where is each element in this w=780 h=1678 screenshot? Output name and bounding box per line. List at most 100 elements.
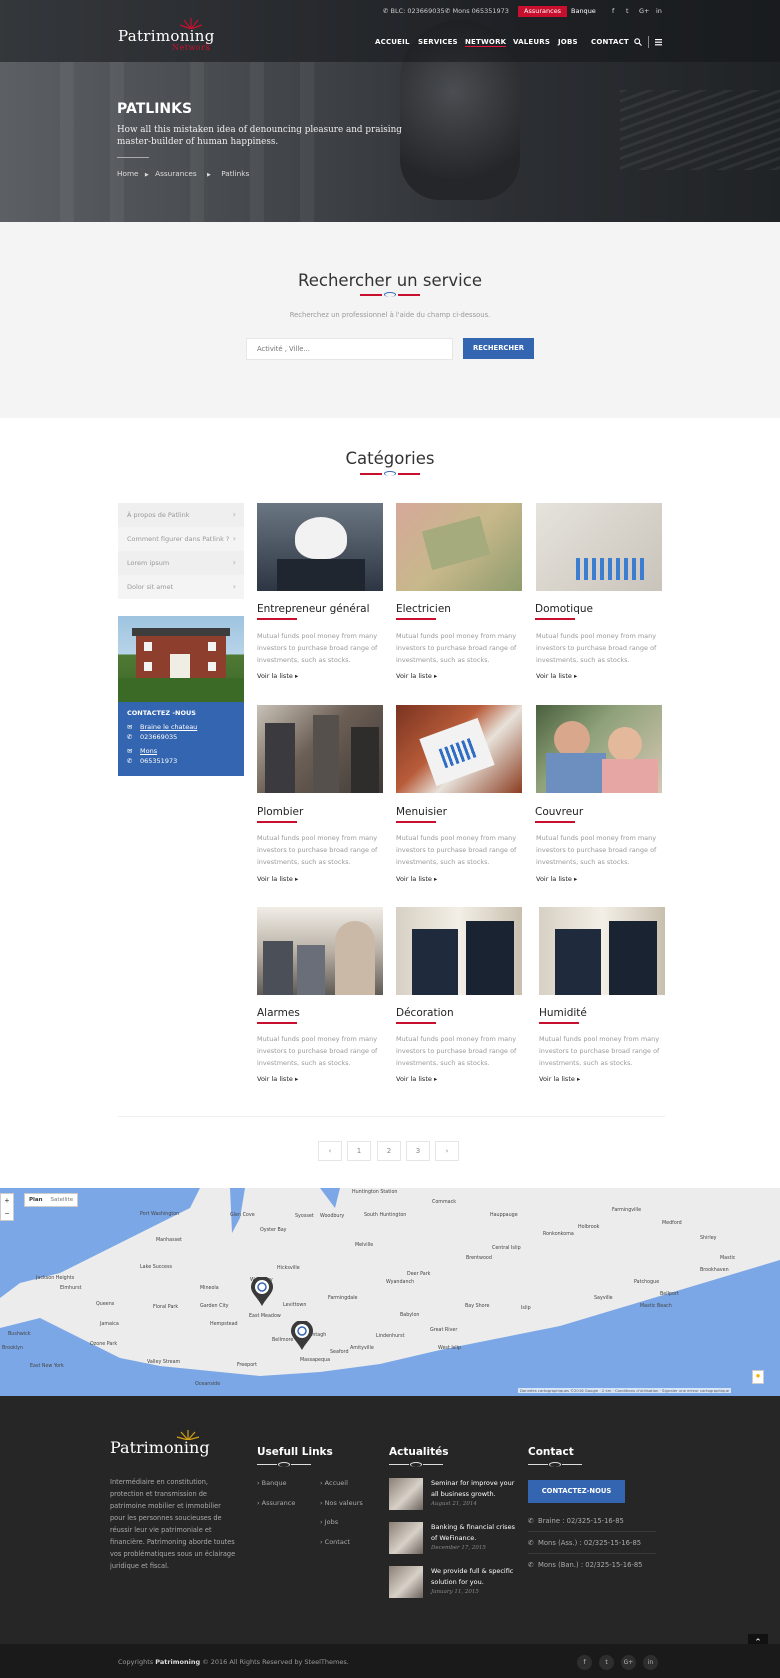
card-image-plombier[interactable]: [257, 705, 383, 793]
banque-button[interactable]: Banque: [565, 6, 602, 17]
map-town: Brentwood: [466, 1256, 492, 1261]
sidebar-item-comment[interactable]: Comment figurer dans Patlink ? ›: [118, 527, 244, 551]
news-thumbnail[interactable]: [389, 1566, 423, 1598]
phone-mons-text: Mons 065351973: [452, 7, 509, 15]
card-image-alarmes[interactable]: [257, 907, 383, 995]
card-link[interactable]: Voir la liste ▸: [396, 672, 437, 680]
card-title[interactable]: Domotique: [535, 603, 593, 615]
twitter-icon[interactable]: t: [599, 1655, 614, 1670]
nav-network[interactable]: NETWORK: [465, 38, 507, 47]
footer-link-banque[interactable]: › Banque: [257, 1479, 286, 1487]
sidebar-item-dolor[interactable]: Dolor sit amet ›: [118, 575, 244, 599]
zoom-in-button[interactable]: +: [1, 1194, 13, 1207]
street-view-icon[interactable]: ●: [752, 1370, 764, 1384]
search-input[interactable]: [246, 338, 453, 360]
news-title[interactable]: Seminar for improve your all business gro…: [431, 1478, 523, 1500]
card-title[interactable]: Menuisier: [396, 806, 447, 818]
card-title[interactable]: Alarmes: [257, 1007, 300, 1019]
news-title[interactable]: Banking & financial crises of WeFinance.: [431, 1522, 523, 1544]
pagination-page-3[interactable]: 3: [406, 1141, 430, 1161]
assurances-button[interactable]: Assurances: [518, 6, 568, 17]
pagination-prev[interactable]: ‹: [318, 1141, 342, 1161]
nav-valeurs[interactable]: VALEURS: [513, 38, 550, 46]
card-title[interactable]: Couvreur: [535, 806, 583, 818]
card-link[interactable]: Voir la liste ▸: [396, 875, 437, 883]
logo-sunburst-icon: [176, 1430, 200, 1440]
card-link[interactable]: Voir la liste ▸: [536, 875, 577, 883]
pagination-page-2[interactable]: 2: [377, 1141, 401, 1161]
map[interactable]: Huntington Station Commack Hauppauge Far…: [0, 1188, 780, 1396]
footer-links-title: Usefull Links: [257, 1446, 333, 1458]
linkedin-icon[interactable]: in: [656, 7, 662, 15]
map-town: Valley Stream: [147, 1360, 181, 1365]
card-image-decoration[interactable]: [396, 907, 522, 995]
footer-link-valeurs[interactable]: › Nos valeurs: [320, 1499, 363, 1507]
pagination-page-1[interactable]: 1: [347, 1141, 371, 1161]
map-town: Mastic Beach: [640, 1304, 672, 1309]
map-town: Farmingville: [612, 1208, 642, 1213]
card-title[interactable]: Electricien: [396, 603, 451, 615]
breadcrumb-assurances[interactable]: Assurances: [155, 169, 197, 178]
map-town: Commack: [432, 1200, 456, 1205]
card-desc: Mutual funds pool money from many investo…: [536, 834, 657, 866]
footer-link-contact[interactable]: › Contact: [320, 1538, 350, 1546]
news-thumbnail[interactable]: [389, 1478, 423, 1510]
card-link[interactable]: Voir la liste ▸: [539, 1075, 580, 1083]
search-button[interactable]: RECHERCHER: [463, 338, 534, 359]
card-title[interactable]: Plombier: [257, 806, 303, 818]
footer-logo[interactable]: Patrimoning: [110, 1438, 210, 1457]
breadcrumb-home[interactable]: Home: [117, 169, 139, 178]
map-tab-plan[interactable]: Plan: [25, 1197, 47, 1203]
sidebar-item-lorem[interactable]: Lorem ipsum ›: [118, 551, 244, 575]
contact-us-button[interactable]: CONTACTEZ-NOUS: [528, 1480, 625, 1503]
news-title[interactable]: We provide full & specific solution for y…: [431, 1566, 523, 1588]
card-link[interactable]: Voir la liste ▸: [257, 672, 298, 680]
contact-loc2[interactable]: Mons: [140, 747, 157, 755]
card-image-domotique[interactable]: [536, 503, 662, 591]
card-link[interactable]: Voir la liste ▸: [536, 672, 577, 680]
card-image-humidite[interactable]: [539, 907, 665, 995]
facebook-icon[interactable]: f: [612, 7, 614, 15]
copyright: Copyrights Patrimoning © 2016 All Rights…: [118, 1658, 349, 1666]
card-title[interactable]: Décoration: [396, 1007, 454, 1019]
card-image-couvreur[interactable]: [536, 705, 662, 793]
card-link[interactable]: Voir la liste ▸: [257, 875, 298, 883]
facebook-icon[interactable]: f: [577, 1655, 592, 1670]
sidebar-item-apropos[interactable]: À propos de Patlink ›: [118, 503, 244, 527]
card-image-electricien[interactable]: [396, 503, 522, 591]
map-pin-icon[interactable]: [290, 1321, 314, 1351]
nav-services[interactable]: SERVICES: [418, 38, 458, 46]
footer-link-accueil[interactable]: › Accueil: [320, 1479, 348, 1487]
contact-loc1[interactable]: Braine le chateau: [140, 723, 197, 731]
twitter-icon[interactable]: t: [626, 7, 629, 15]
nav-accueil[interactable]: ACCUEIL: [375, 38, 410, 46]
footer-link-jobs[interactable]: › Jobs: [320, 1518, 338, 1526]
page-title: PATLINKS: [117, 101, 193, 117]
google-plus-icon[interactable]: G+: [621, 1655, 636, 1670]
nav-jobs[interactable]: JOBS: [558, 38, 578, 46]
pagination-next[interactable]: ›: [435, 1141, 459, 1161]
card-link[interactable]: Voir la liste ▸: [257, 1075, 298, 1083]
card-desc: Mutual funds pool money from many investo…: [396, 632, 517, 664]
title-ornament: [360, 292, 420, 298]
footer-link-assurance[interactable]: › Assurance: [257, 1499, 295, 1507]
sidebar-item-label: Comment figurer dans Patlink ?: [127, 535, 230, 543]
search-icon[interactable]: [634, 38, 642, 46]
map-town: Farmingdale: [328, 1296, 358, 1301]
linkedin-icon[interactable]: in: [643, 1655, 658, 1670]
zoom-out-button[interactable]: −: [1, 1207, 13, 1220]
card-image-entrepreneur[interactable]: [257, 503, 383, 591]
card-image-menuisier[interactable]: [396, 705, 522, 793]
map-town: Amityville: [350, 1346, 374, 1351]
menu-icon[interactable]: [655, 38, 663, 46]
google-plus-icon[interactable]: G+: [639, 7, 649, 15]
map-pin-icon[interactable]: [250, 1277, 274, 1307]
card-title[interactable]: Humidité: [539, 1007, 587, 1019]
card-link[interactable]: Voir la liste ▸: [396, 1075, 437, 1083]
map-town: Freeport: [237, 1363, 258, 1368]
map-tab-satellite[interactable]: Satellite: [47, 1197, 78, 1203]
chevron-right-icon: ›: [232, 510, 236, 519]
nav-contact[interactable]: CONTACT: [591, 38, 629, 46]
card-title[interactable]: Entrepreneur général: [257, 603, 370, 615]
news-thumbnail[interactable]: [389, 1522, 423, 1554]
